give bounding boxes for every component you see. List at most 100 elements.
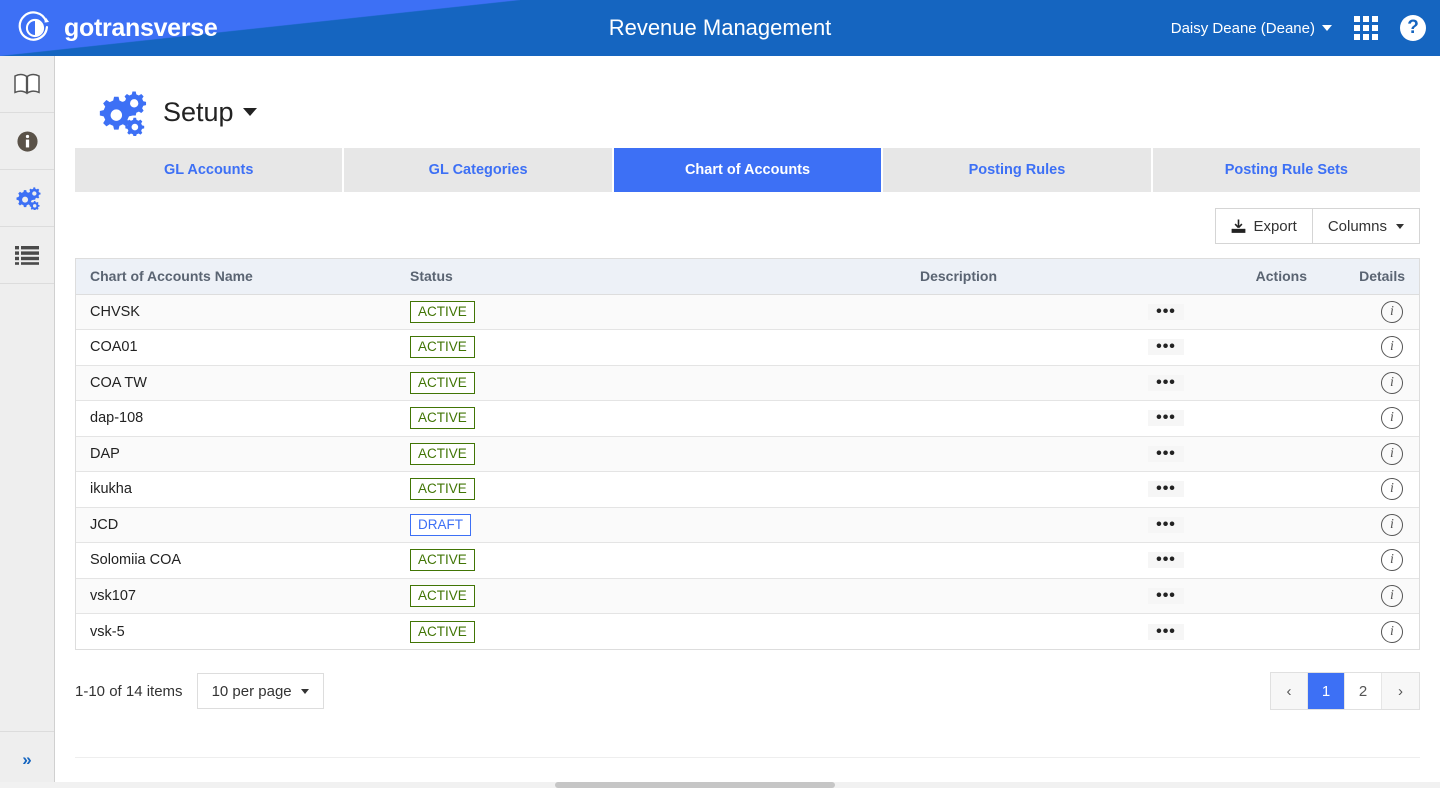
cell-details: i xyxy=(1321,507,1419,543)
table-row[interactable]: JCD DRAFT ••• i xyxy=(76,507,1419,543)
details-info-icon[interactable]: i xyxy=(1381,371,1403,394)
status-badge: ACTIVE xyxy=(410,620,475,643)
pagination-prev-button[interactable]: ‹ xyxy=(1271,673,1308,709)
caret-down-icon xyxy=(300,688,309,694)
row-actions-menu-button[interactable]: ••• xyxy=(1148,445,1184,462)
tab-gl-categories[interactable]: GL Categories xyxy=(344,148,614,192)
table-toolbar: Export Columns xyxy=(75,192,1420,258)
row-actions-menu-button[interactable]: ••• xyxy=(1148,303,1184,320)
cell-actions: ••• xyxy=(1011,507,1321,543)
details-info-icon[interactable]: i xyxy=(1381,584,1403,607)
help-question-icon[interactable]: ? xyxy=(1400,15,1426,41)
details-info-icon[interactable]: i xyxy=(1381,620,1403,643)
details-info-icon[interactable]: i xyxy=(1381,336,1403,359)
brand-logo-area[interactable]: gotransverse xyxy=(18,0,218,56)
cell-actions: ••• xyxy=(1011,365,1321,401)
row-actions-menu-button[interactable]: ••• xyxy=(1148,339,1184,356)
table-body: CHVSK ACTIVE ••• i COA01 ACTIVE ••• i CO… xyxy=(76,294,1419,649)
cell-status: ACTIVE xyxy=(396,365,706,401)
column-header-description[interactable]: Description xyxy=(706,259,1011,295)
expand-sidebar-button[interactable]: » xyxy=(0,731,54,788)
cell-name: Solomiia COA xyxy=(76,542,396,579)
apps-grid-icon[interactable] xyxy=(1354,16,1378,40)
user-menu[interactable]: Daisy Deane (Deane) xyxy=(1171,20,1332,37)
sidebar-item-book[interactable] xyxy=(0,56,54,113)
row-actions-menu-button[interactable]: ••• xyxy=(1148,481,1184,498)
caret-down-icon xyxy=(1322,25,1332,31)
table-header-row: Chart of Accounts Name Status Descriptio… xyxy=(76,259,1419,295)
details-info-icon[interactable]: i xyxy=(1381,549,1403,572)
row-actions-menu-button[interactable]: ••• xyxy=(1148,552,1184,569)
cell-details: i xyxy=(1321,400,1419,437)
cell-actions: ••• xyxy=(1011,294,1321,330)
details-info-icon[interactable]: i xyxy=(1381,478,1403,501)
cell-description xyxy=(706,400,1011,437)
tab-chart-of-accounts[interactable]: Chart of Accounts xyxy=(613,148,884,192)
cell-status: ACTIVE xyxy=(396,613,706,649)
details-info-icon[interactable]: i xyxy=(1381,513,1403,536)
row-actions-menu-button[interactable]: ••• xyxy=(1148,587,1184,604)
columns-button-label: Columns xyxy=(1327,217,1387,235)
column-header-actions: Actions xyxy=(1011,259,1321,295)
table-row[interactable]: CHVSK ACTIVE ••• i xyxy=(76,294,1419,330)
page-title: Setup xyxy=(163,96,234,127)
cell-actions: ••• xyxy=(1011,400,1321,437)
cell-name: COA TW xyxy=(76,365,396,401)
pagination-next-button[interactable]: › xyxy=(1382,673,1419,709)
cell-status: ACTIVE xyxy=(396,436,706,472)
table-row[interactable]: vsk-5 ACTIVE ••• i xyxy=(76,613,1419,649)
info-icon xyxy=(16,130,38,152)
per-page-label: 10 per page xyxy=(211,682,292,700)
horizontal-scrollbar[interactable] xyxy=(0,782,1440,788)
cell-actions: ••• xyxy=(1011,436,1321,472)
table-row[interactable]: COA TW ACTIVE ••• i xyxy=(76,365,1419,401)
cell-actions: ••• xyxy=(1011,471,1321,508)
table-row[interactable]: DAP ACTIVE ••• i xyxy=(76,436,1419,472)
row-actions-menu-button[interactable]: ••• xyxy=(1148,410,1184,427)
download-icon xyxy=(1232,218,1246,233)
row-actions-menu-button[interactable]: ••• xyxy=(1148,516,1184,533)
table-footer: 1-10 of 14 items 10 per page ‹ 1 2 › xyxy=(75,650,1420,710)
tab-posting-rule-sets[interactable]: Posting Rule Sets xyxy=(1152,148,1421,192)
column-header-name[interactable]: Chart of Accounts Name xyxy=(76,259,396,295)
details-info-icon[interactable]: i xyxy=(1381,442,1403,465)
footer-left: 1-10 of 14 items 10 per page xyxy=(75,673,324,709)
cell-name: COA01 xyxy=(76,329,396,366)
cell-status: DRAFT xyxy=(396,507,706,543)
sidebar-item-setup[interactable] xyxy=(0,170,54,227)
row-actions-menu-button[interactable]: ••• xyxy=(1148,623,1184,640)
app-window: gotransverse Revenue Management Daisy De… xyxy=(0,0,1440,788)
table-row[interactable]: ikukha ACTIVE ••• i xyxy=(76,471,1419,508)
table-row[interactable]: COA01 ACTIVE ••• i xyxy=(76,329,1419,366)
page-title-menu[interactable]: Setup xyxy=(163,97,257,128)
sidebar-item-list[interactable] xyxy=(0,227,54,284)
tab-posting-rules[interactable]: Posting Rules xyxy=(883,148,1153,192)
details-info-icon[interactable]: i xyxy=(1381,300,1403,323)
cell-details: i xyxy=(1321,542,1419,579)
export-button[interactable]: Export xyxy=(1216,209,1313,243)
cell-name: ikukha xyxy=(76,471,396,508)
caret-down-icon xyxy=(1396,223,1404,229)
horizontal-scrollbar-thumb[interactable] xyxy=(555,782,835,788)
cell-status: ACTIVE xyxy=(396,471,706,508)
pagination-page-1[interactable]: 1 xyxy=(1308,673,1345,709)
cell-description xyxy=(706,436,1011,472)
cell-details: i xyxy=(1321,613,1419,649)
column-header-status[interactable]: Status xyxy=(396,259,706,295)
per-page-selector[interactable]: 10 per page xyxy=(196,673,324,709)
status-badge: ACTIVE xyxy=(410,300,475,323)
brand-name: gotransverse xyxy=(64,13,218,42)
table-row[interactable]: dap-108 ACTIVE ••• i xyxy=(76,400,1419,437)
sidebar-item-info[interactable] xyxy=(0,113,54,170)
status-badge: DRAFT xyxy=(410,513,471,536)
tab-gl-accounts[interactable]: GL Accounts xyxy=(75,148,345,192)
table-row[interactable]: vsk107 ACTIVE ••• i xyxy=(76,578,1419,614)
cell-status: ACTIVE xyxy=(396,578,706,614)
columns-button[interactable]: Columns xyxy=(1312,209,1419,243)
tab-bar: GL Accounts GL Categories Chart of Accou… xyxy=(75,148,1421,192)
details-info-icon[interactable]: i xyxy=(1381,407,1403,430)
table-row[interactable]: Solomiia COA ACTIVE ••• i xyxy=(76,542,1419,579)
row-actions-menu-button[interactable]: ••• xyxy=(1148,374,1184,391)
cell-details: i xyxy=(1321,578,1419,614)
pagination-page-2[interactable]: 2 xyxy=(1345,673,1382,709)
